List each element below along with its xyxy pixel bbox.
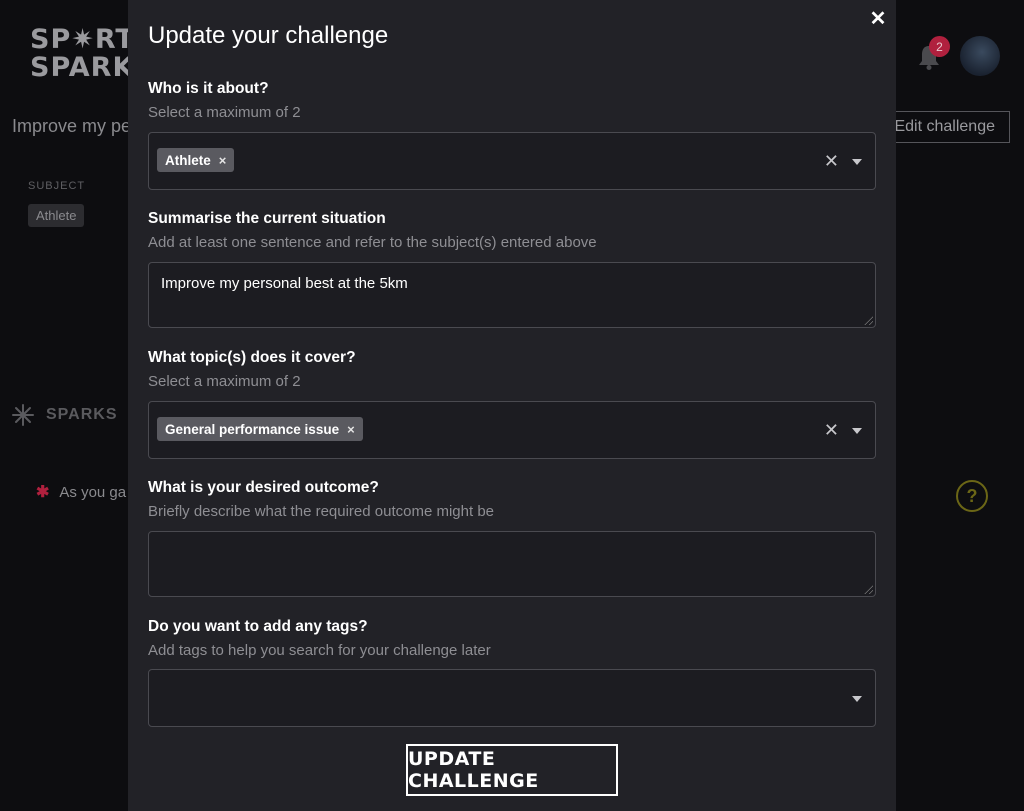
close-icon[interactable]: ✕ <box>868 8 888 30</box>
chip-remove-icon[interactable]: × <box>347 422 355 437</box>
notification-badge: 2 <box>929 36 950 57</box>
topics-select[interactable]: General performance issue × ✕ <box>148 401 876 459</box>
hint-situation: Add at least one sentence and refer to t… <box>148 234 597 251</box>
chevron-down-icon[interactable] <box>852 159 862 165</box>
asterisk-icon: ✱ <box>36 484 50 501</box>
outcome-textarea[interactable] <box>148 531 876 597</box>
hint-outcome: Briefly describe what the required outco… <box>148 503 495 520</box>
clear-icon[interactable]: ✕ <box>824 421 839 439</box>
sparks-heading-text: SPARKS <box>46 406 118 423</box>
hint-subject: Select a maximum of 2 <box>148 104 301 121</box>
chevron-down-icon[interactable] <box>852 428 862 434</box>
question-topics: What topic(s) does it cover? <box>148 349 356 366</box>
chevron-down-icon[interactable] <box>852 696 862 702</box>
spark-icon <box>12 404 34 426</box>
sport-sparks-logo[interactable]: SP✷RT SPARKS <box>30 24 155 84</box>
question-outcome: What is your desired outcome? <box>148 479 379 496</box>
tags-select[interactable] <box>148 669 876 727</box>
edit-challenge-button[interactable]: Edit challenge <box>880 111 1010 143</box>
topic-chip-general-performance: General performance issue × <box>157 417 363 441</box>
subject-select[interactable]: Athlete × ✕ <box>148 132 876 190</box>
situation-textarea[interactable]: Improve my personal best at the 5km <box>148 262 876 328</box>
resize-handle-icon[interactable] <box>864 316 873 325</box>
question-situation: Summarise the current situation <box>148 210 386 227</box>
chip-label: General performance issue <box>165 421 340 437</box>
resize-handle-icon[interactable] <box>864 585 873 594</box>
sparks-hint: ✱ As you ga <box>36 482 126 502</box>
chip-remove-icon[interactable]: × <box>219 153 227 168</box>
question-tags: Do you want to add any tags? <box>148 618 368 635</box>
logo-line-2: SPARKS <box>30 52 155 83</box>
sparks-section-heading: SPARKS <box>12 404 118 426</box>
hint-tags: Add tags to help you search for your cha… <box>148 642 491 659</box>
challenge-title: Improve my pe <box>12 116 132 136</box>
subject-label: SUBJECT <box>28 180 86 192</box>
help-icon[interactable]: ? <box>956 480 988 512</box>
hint-topics: Select a maximum of 2 <box>148 373 301 390</box>
situation-value: Improve my personal best at the 5km <box>161 275 408 292</box>
user-avatar[interactable] <box>960 36 1000 76</box>
question-subject: Who is it about? <box>148 80 269 97</box>
sparks-hint-text: As you ga <box>59 483 127 501</box>
chip-label: Athlete <box>165 152 211 168</box>
logo-line-1: SP✷RT <box>30 24 135 55</box>
update-challenge-button[interactable]: UPDATE CHALLENGE <box>406 744 618 796</box>
clear-icon[interactable]: ✕ <box>824 152 839 170</box>
modal-title: Update your challenge <box>148 22 389 49</box>
subject-chip-athlete: Athlete × <box>157 148 235 172</box>
subject-chip: Athlete <box>28 204 85 227</box>
